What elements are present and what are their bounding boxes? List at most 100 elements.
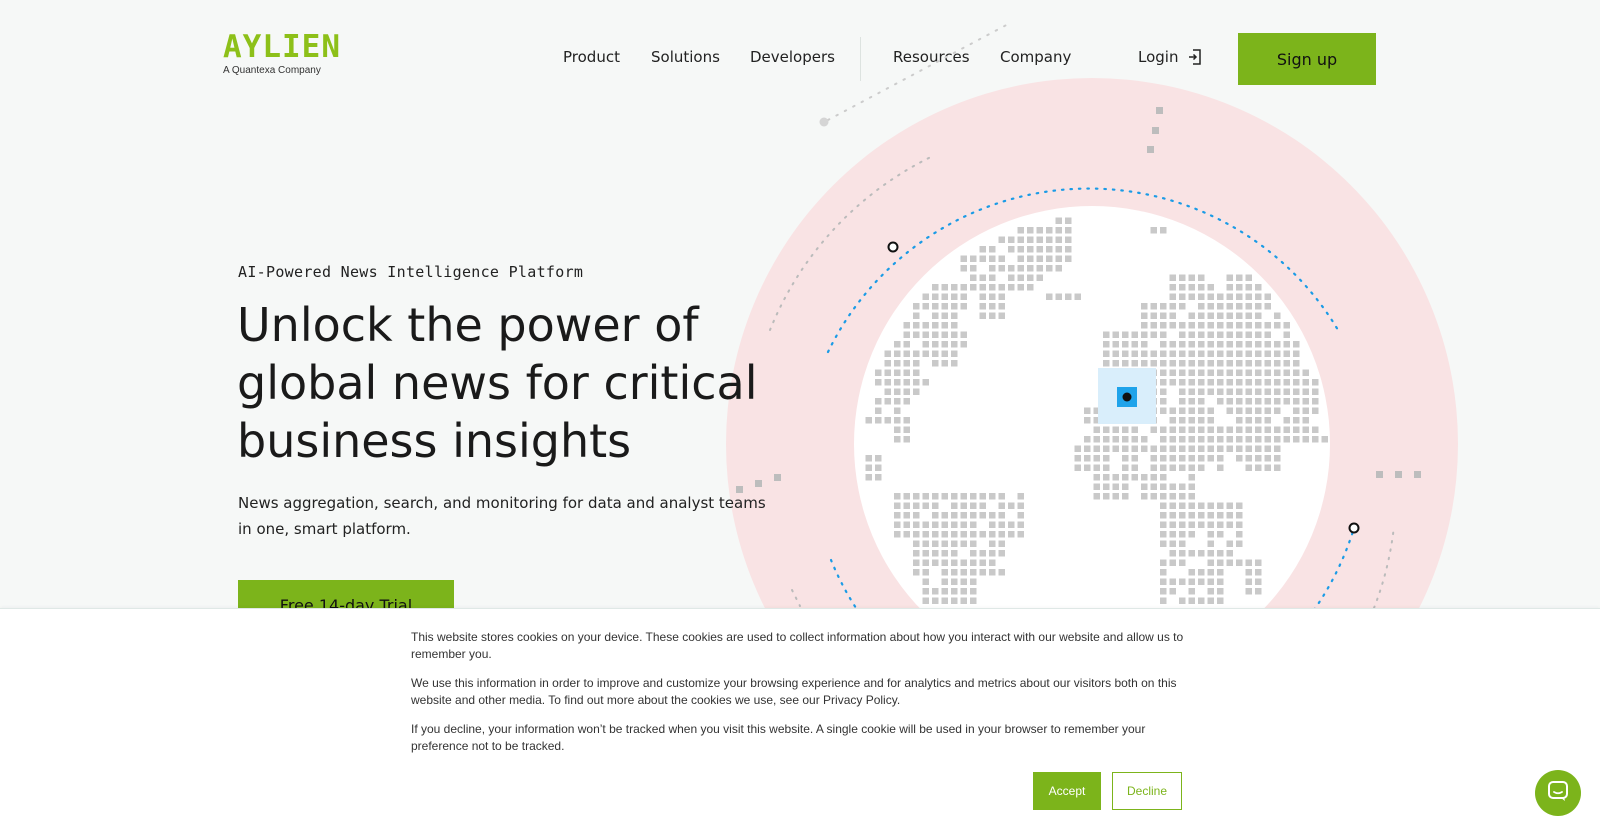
- signup-button[interactable]: Sign up: [1238, 33, 1376, 85]
- map-dot: [970, 540, 977, 547]
- map-dot: [1226, 388, 1233, 395]
- map-dot: [1188, 521, 1195, 528]
- map-dot: [941, 303, 948, 310]
- map-dot: [913, 331, 920, 338]
- login-label: Login: [1138, 48, 1179, 66]
- map-dot: [1169, 417, 1176, 424]
- login-link[interactable]: Login: [1138, 48, 1202, 66]
- map-dot: [1236, 540, 1243, 547]
- map-dot: [1226, 502, 1233, 509]
- map-dot: [1188, 350, 1195, 357]
- map-dot: [1179, 303, 1186, 310]
- map-dot: [1245, 331, 1252, 338]
- map-dot: [979, 531, 986, 538]
- map-dot: [913, 369, 920, 376]
- cookie-decline-button[interactable]: Decline: [1112, 772, 1182, 810]
- map-dot: [1198, 360, 1205, 367]
- map-dot: [1179, 512, 1186, 519]
- map-dot: [960, 588, 967, 595]
- map-dot: [989, 550, 996, 557]
- map-dot: [998, 531, 1005, 538]
- map-dot: [1293, 407, 1300, 414]
- map-dot: [1198, 379, 1205, 386]
- map-dot: [1179, 531, 1186, 538]
- map-dot: [1027, 265, 1034, 272]
- cookie-text-2: We use this information in order to impr…: [411, 676, 1177, 707]
- map-dot: [1046, 227, 1053, 234]
- map-dot: [894, 341, 901, 348]
- map-dot: [1150, 407, 1157, 414]
- map-dot: [913, 531, 920, 538]
- map-dot: [1150, 369, 1157, 376]
- map-dot: [1188, 284, 1195, 291]
- map-dot: [1217, 312, 1224, 319]
- map-dot: [1264, 455, 1271, 462]
- nav-product[interactable]: Product: [563, 48, 620, 66]
- map-dot: [1036, 227, 1043, 234]
- map-dot: [1017, 265, 1024, 272]
- nav-solutions[interactable]: Solutions: [651, 48, 720, 66]
- map-dot: [960, 493, 967, 500]
- map-dot: [1103, 417, 1110, 424]
- map-dot: [979, 274, 986, 281]
- map-dot: [903, 502, 910, 509]
- map-dot: [941, 293, 948, 300]
- map-dot: [1046, 265, 1053, 272]
- map-dot: [1169, 445, 1176, 452]
- map-dot: [1207, 303, 1214, 310]
- map-dot: [1236, 417, 1243, 424]
- map-dot: [1283, 417, 1290, 424]
- map-dot: [998, 540, 1005, 547]
- map-dot: [1017, 531, 1024, 538]
- map-dot: [1122, 445, 1129, 452]
- nav-company[interactable]: Company: [1000, 48, 1071, 66]
- map-dot: [1198, 398, 1205, 405]
- map-dot: [903, 369, 910, 376]
- map-dot: [1122, 398, 1129, 405]
- map-dot: [903, 360, 910, 367]
- chat-launcher-button[interactable]: [1535, 770, 1581, 816]
- map-dot: [1055, 265, 1062, 272]
- map-dot: [1207, 388, 1214, 395]
- map-dot: [1150, 312, 1157, 319]
- map-dot: [1198, 455, 1205, 462]
- map-dot: [1207, 426, 1214, 433]
- map-dot: [1217, 341, 1224, 348]
- map-dot: [1236, 274, 1243, 281]
- map-dot: [1255, 578, 1262, 585]
- map-dot: [998, 284, 1005, 291]
- map-dot: [1236, 502, 1243, 509]
- map-dot: [979, 284, 986, 291]
- nav-developers[interactable]: Developers: [750, 48, 835, 66]
- map-dot: [1312, 388, 1319, 395]
- map-dot: [1293, 398, 1300, 405]
- map-dot: [1112, 493, 1119, 500]
- map-dot: [1074, 445, 1081, 452]
- map-dot: [1017, 246, 1024, 253]
- map-dot: [979, 255, 986, 262]
- map-dot: [1226, 369, 1233, 376]
- map-dot: [1112, 360, 1119, 367]
- map-dot: [913, 379, 920, 386]
- map-dot: [1188, 445, 1195, 452]
- map-dot: [1302, 417, 1309, 424]
- map-dot: [1255, 407, 1262, 414]
- nav-resources[interactable]: Resources: [893, 48, 970, 66]
- map-dot: [894, 531, 901, 538]
- map-dot: [875, 379, 882, 386]
- map-dot: [1169, 455, 1176, 462]
- map-dot: [998, 550, 1005, 557]
- cookie-accept-button[interactable]: Accept: [1033, 772, 1101, 810]
- logo[interactable]: AYLIEN A Quantexa Company: [223, 32, 341, 77]
- map-dot: [1236, 398, 1243, 405]
- map-dot: [1131, 369, 1138, 376]
- login-icon: [1188, 49, 1202, 65]
- map-dot: [1207, 293, 1214, 300]
- map-dot: [1122, 331, 1129, 338]
- map-dot: [1122, 417, 1129, 424]
- map-dot: [1207, 540, 1214, 547]
- map-dot: [1188, 331, 1195, 338]
- map-dot: [1160, 559, 1167, 566]
- map-dot: [932, 360, 939, 367]
- map-dot: [1198, 312, 1205, 319]
